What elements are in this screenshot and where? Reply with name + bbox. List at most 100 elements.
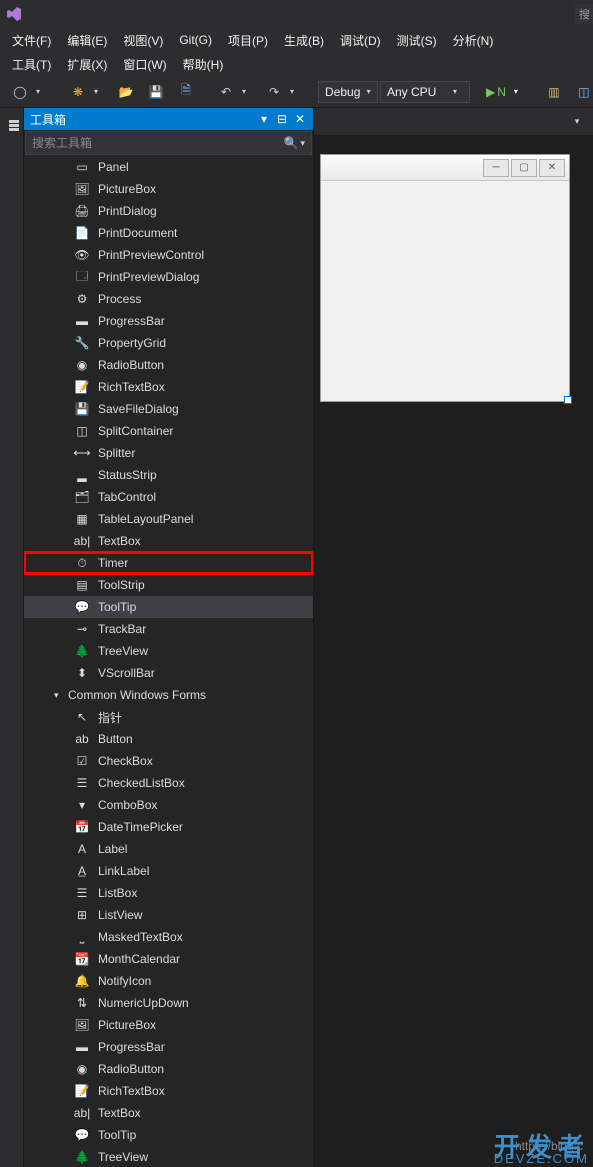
open-button[interactable]: 📂: [112, 80, 140, 104]
save-all-button[interactable]: 🗎: [172, 80, 200, 104]
new-button[interactable]: ❋▾: [64, 80, 110, 104]
toolbox-item[interactable]: ⎵MaskedTextBox: [24, 926, 313, 948]
toolbox-item[interactable]: 📝RichTextBox: [24, 376, 313, 398]
platform-dropdown[interactable]: Any CPU▾: [380, 81, 470, 103]
menu-item[interactable]: 扩展(X): [61, 54, 113, 75]
item-icon: 📄: [74, 225, 90, 241]
item-label: PictureBox: [98, 1018, 156, 1032]
menu-item[interactable]: 视图(V): [117, 30, 169, 51]
form-designer[interactable]: ─ ▢ ✕: [320, 154, 570, 402]
toolbox-item[interactable]: 💾SaveFileDialog: [24, 398, 313, 420]
item-label: PrintPreviewControl: [98, 248, 204, 262]
toolbox-item[interactable]: 👁PrintPreviewControl: [24, 244, 313, 266]
toolbox-search[interactable]: 🔍 ▾: [25, 131, 312, 155]
side-tab-datasource[interactable]: [0, 112, 23, 138]
close-icon[interactable]: ✕: [293, 112, 307, 126]
menu-item[interactable]: 调试(D): [334, 30, 387, 51]
toolbox-item[interactable]: abButton: [24, 728, 313, 750]
back-button[interactable]: ◯▾: [6, 80, 52, 104]
form-body[interactable]: [321, 181, 569, 401]
toolbar-button-b[interactable]: ◫: [570, 80, 593, 104]
toolbox-item[interactable]: 🔧PropertyGrid: [24, 332, 313, 354]
toolbox-item[interactable]: 💬ToolTip: [24, 1124, 313, 1146]
menu-item[interactable]: 帮助(H): [177, 54, 230, 75]
toolbox-item[interactable]: ◉RadioButton: [24, 354, 313, 376]
item-icon: ◫: [74, 423, 90, 439]
menu-item[interactable]: 项目(P): [222, 30, 274, 51]
toolbox-item[interactable]: 🖼PictureBox: [24, 178, 313, 200]
toolbox-item[interactable]: ⊞ListView: [24, 904, 313, 926]
toolbox-item[interactable]: ☰ListBox: [24, 882, 313, 904]
search-icon[interactable]: 🔍: [284, 136, 299, 150]
search-partial[interactable]: 搜: [575, 4, 593, 24]
toolbox-item[interactable]: ↖指针: [24, 706, 313, 728]
item-icon: 🖼: [74, 1017, 90, 1033]
item-icon: A: [74, 841, 90, 857]
redo-button[interactable]: ↷▾: [260, 80, 306, 104]
toolbox-item[interactable]: ⏱Timer: [24, 552, 313, 574]
config-dropdown[interactable]: Debug▾: [318, 81, 378, 103]
toolbox-item[interactable]: ☑CheckBox: [24, 750, 313, 772]
save-button[interactable]: 💾: [142, 80, 170, 104]
menu-item[interactable]: 分析(N): [447, 30, 500, 51]
menu-item[interactable]: 窗口(W): [117, 54, 172, 75]
toolbox-item[interactable]: A̲LinkLabel: [24, 860, 313, 882]
toolbox-item[interactable]: 🔔NotifyIcon: [24, 970, 313, 992]
undo-button[interactable]: ↶▾: [212, 80, 258, 104]
toolbox-item[interactable]: 🗔PrintPreviewDialog: [24, 266, 313, 288]
menu-item[interactable]: 编辑(E): [61, 30, 113, 51]
item-icon: ⬍: [74, 665, 90, 681]
toolbox-item[interactable]: 💬ToolTip: [24, 596, 313, 618]
toolbox-item[interactable]: 📄PrintDocument: [24, 222, 313, 244]
toolbox-item[interactable]: ⇅NumericUpDown: [24, 992, 313, 1014]
toolbox-group[interactable]: ▾Common Windows Forms: [24, 684, 313, 706]
toolbox-item[interactable]: ◉RadioButton: [24, 1058, 313, 1080]
search-input[interactable]: [32, 136, 284, 150]
menu-item[interactable]: 工具(T): [6, 54, 57, 75]
close-button[interactable]: ✕: [539, 159, 565, 177]
toolbox-item[interactable]: ab|TextBox: [24, 530, 313, 552]
item-icon: 📝: [74, 379, 90, 395]
item-label: Button: [98, 732, 133, 746]
toolbox-item[interactable]: ⬍VScrollBar: [24, 662, 313, 684]
toolbox-item[interactable]: 🌲TreeView: [24, 1146, 313, 1167]
menu-item[interactable]: Git(G): [173, 31, 218, 49]
folder-open-icon: 📂: [118, 84, 134, 100]
item-label: TableLayoutPanel: [98, 512, 193, 526]
start-button[interactable]: ▶N▾: [482, 82, 528, 102]
toolbox-item[interactable]: ▬ProgressBar: [24, 310, 313, 332]
pin-icon[interactable]: ⊟: [275, 112, 289, 126]
menu-item[interactable]: 生成(B): [278, 30, 330, 51]
toolbox-item[interactable]: ⊸TrackBar: [24, 618, 313, 640]
toolbox-item[interactable]: ▭Panel: [24, 156, 313, 178]
item-icon: 🔧: [74, 335, 90, 351]
minimize-button[interactable]: ─: [483, 159, 509, 177]
toolbox-item[interactable]: ☰CheckedListBox: [24, 772, 313, 794]
toolbox-item[interactable]: 🖼 PictureBox: [24, 1014, 313, 1036]
toolbox-item[interactable]: ▦TableLayoutPanel: [24, 508, 313, 530]
menu-item[interactable]: 文件(F): [6, 30, 57, 51]
toolbox-item[interactable]: ▾ComboBox: [24, 794, 313, 816]
toolbox-item[interactable]: 📝RichTextBox: [24, 1080, 313, 1102]
toolbox-item[interactable]: ⟷Splitter: [24, 442, 313, 464]
toolbox-item[interactable]: 🌲TreeView: [24, 640, 313, 662]
toolbar-button-a[interactable]: ▥: [540, 80, 568, 104]
toolbox-item[interactable]: 🖨PrintDialog: [24, 200, 313, 222]
chevron-down-icon[interactable]: ▾: [300, 138, 305, 149]
toolbox-tree[interactable]: ▭Panel 🖼 PictureBox 🖨PrintDialog📄PrintDocum…: [24, 156, 313, 1167]
toolbox-item[interactable]: 📅DateTimePicker: [24, 816, 313, 838]
toolbox-item[interactable]: ▬ProgressBar: [24, 1036, 313, 1058]
toolbox-item[interactable]: ⚙Process: [24, 288, 313, 310]
toolbox-item[interactable]: ◫SplitContainer: [24, 420, 313, 442]
toolbox-item[interactable]: ab|TextBox: [24, 1102, 313, 1124]
menu-item[interactable]: 测试(S): [391, 30, 443, 51]
dropdown-icon[interactable]: ▾: [257, 112, 271, 126]
toolbox-item[interactable]: 📆MonthCalendar: [24, 948, 313, 970]
maximize-button[interactable]: ▢: [511, 159, 537, 177]
side-tabs: [0, 108, 24, 1167]
toolbox-item[interactable]: ▤ToolStrip: [24, 574, 313, 596]
toolbox-item[interactable]: ▂StatusStrip: [24, 464, 313, 486]
toolbox-item[interactable]: 🗂TabControl: [24, 486, 313, 508]
chevron-down-icon[interactable]: ▾: [569, 114, 585, 130]
toolbox-item[interactable]: ALabel: [24, 838, 313, 860]
